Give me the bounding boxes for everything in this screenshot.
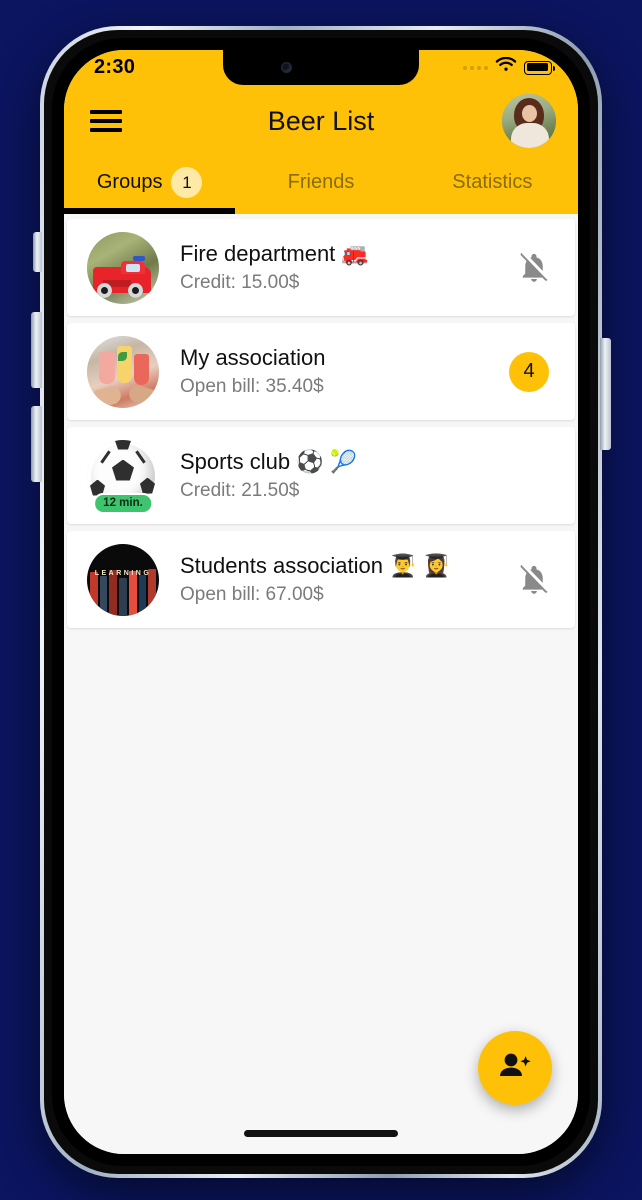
- cheers-drinks-photo: [87, 335, 159, 408]
- hamburger-menu-icon[interactable]: [90, 105, 122, 137]
- phone-notch: [223, 50, 419, 85]
- group-text: Students association 👨‍🎓 👩‍🎓 Open bill: …: [180, 552, 509, 606]
- group-subtitle: Open bill: 67.00$: [180, 583, 324, 605]
- group-avatar-wrap: 12 min.: [87, 439, 159, 514]
- person-add-icon: [498, 1051, 532, 1086]
- tab-statistics[interactable]: Statistics: [407, 157, 578, 214]
- fire-truck-photo: [87, 231, 159, 304]
- page-title: Beer List: [267, 105, 375, 136]
- add-group-button[interactable]: [478, 1031, 552, 1105]
- tab-bar: Groups 1 Friends Statistics: [64, 157, 578, 214]
- group-text: Sports club ⚽ 🎾 Credit: 21.50$: [180, 448, 539, 502]
- bell-off-icon[interactable]: [519, 251, 549, 285]
- tab-groups-badge: 1: [171, 167, 203, 198]
- navigation-bar: Beer List: [64, 85, 578, 157]
- phone-screen: 2:30 Beer List Groups 1 Friends Statisti…: [64, 50, 578, 1154]
- group-name: Students association 👨‍🎓 👩‍🎓: [180, 553, 451, 579]
- group-avatar-wrap: [87, 335, 159, 408]
- wifi-icon: [495, 56, 517, 78]
- status-time: 2:30: [94, 56, 136, 78]
- list-item[interactable]: My association Open bill: 35.40$ 4: [67, 323, 575, 420]
- tab-friends-label: Friends: [287, 171, 355, 193]
- time-badge: 12 min.: [93, 492, 153, 514]
- group-name: Fire department 🚒: [180, 241, 369, 267]
- group-subtitle: Credit: 21.50$: [180, 479, 300, 501]
- tab-groups-label: Groups: [96, 171, 163, 193]
- group-text: Fire department 🚒 Credit: 15.00$: [180, 240, 509, 294]
- bell-off-icon[interactable]: [519, 563, 549, 597]
- group-name: My association: [180, 345, 326, 371]
- front-camera-icon: [280, 62, 292, 73]
- signal-dots-icon: [463, 65, 488, 70]
- group-text: My association Open bill: 35.40$: [180, 344, 499, 398]
- battery-full-icon: [524, 60, 555, 75]
- group-avatar-wrap: LEARNING: [87, 543, 159, 616]
- status-badge[interactable]: 4: [509, 351, 549, 392]
- list-item[interactable]: LEARNING Students association 👨‍🎓 👩‍🎓 Op…: [67, 531, 575, 628]
- user-avatar-photo[interactable]: [502, 94, 556, 148]
- tab-statistics-label: Statistics: [452, 171, 533, 193]
- row-indicator[interactable]: [519, 251, 549, 285]
- volume-up-button[interactable]: [31, 312, 42, 388]
- group-subtitle: Credit: 15.00$: [180, 271, 300, 293]
- row-indicator[interactable]: [519, 563, 549, 597]
- list-item[interactable]: 12 min. Sports club ⚽ 🎾 Credit: 21.50$: [67, 427, 575, 524]
- group-subtitle: Open bill: 35.40$: [180, 375, 324, 397]
- group-name: Sports club ⚽ 🎾: [180, 449, 358, 475]
- list-item[interactable]: Fire department 🚒 Credit: 15.00$: [67, 219, 575, 316]
- tab-friends[interactable]: Friends: [235, 157, 406, 214]
- group-avatar-wrap: [87, 231, 159, 304]
- power-button[interactable]: [600, 338, 611, 450]
- volume-down-button[interactable]: [31, 406, 42, 482]
- tab-groups[interactable]: Groups 1: [64, 157, 235, 214]
- status-indicators: [463, 56, 555, 78]
- groups-list: Fire department 🚒 Credit: 15.00$ My asso…: [64, 214, 578, 1154]
- home-indicator[interactable]: [244, 1130, 398, 1137]
- row-indicator[interactable]: 4: [509, 351, 549, 392]
- silent-switch[interactable]: [33, 232, 42, 272]
- books-shelf-photo: LEARNING: [87, 543, 159, 616]
